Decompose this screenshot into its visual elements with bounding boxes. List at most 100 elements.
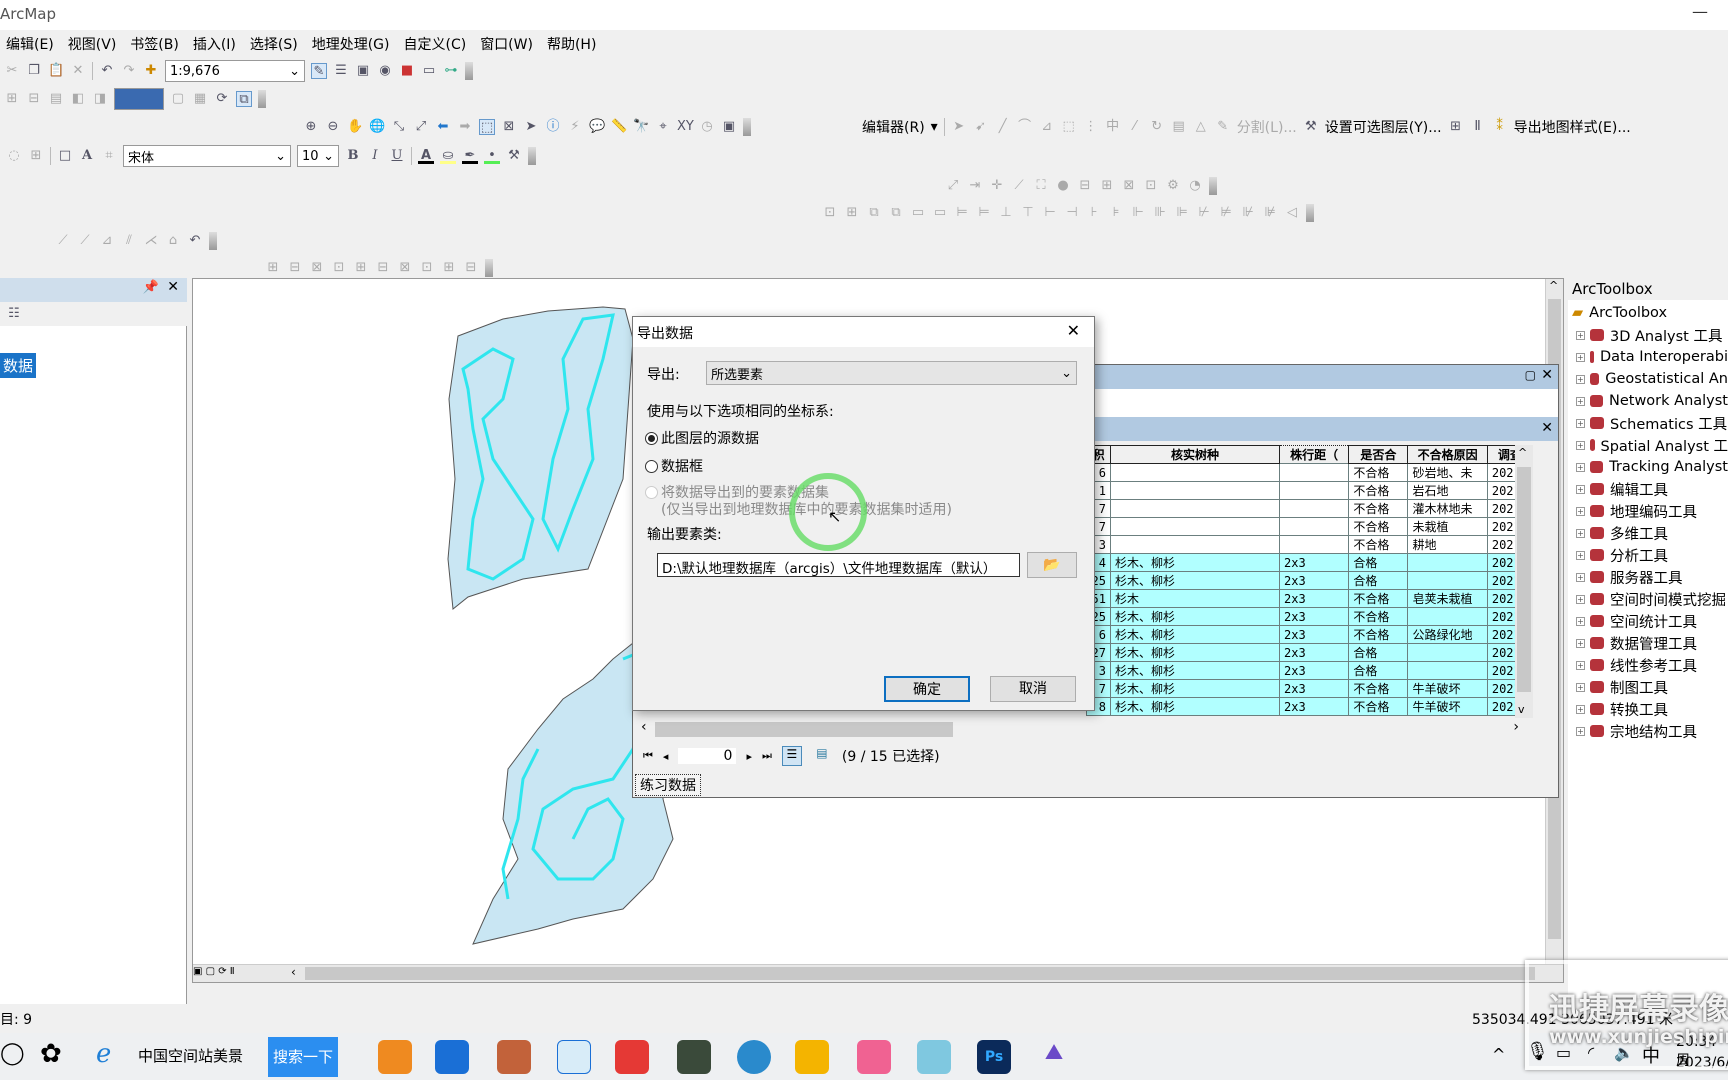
select-elements-icon[interactable]: ➤ bbox=[523, 119, 539, 135]
scroll-up-icon[interactable]: ^ bbox=[1549, 279, 1558, 292]
cell-spacing[interactable]: 2x3 bbox=[1279, 589, 1350, 608]
column-header[interactable]: 是否合 bbox=[1348, 445, 1409, 464]
tool-icon[interactable]: ⊠ bbox=[397, 260, 413, 276]
tool-icon[interactable]: ⊠ bbox=[309, 260, 325, 276]
cell-spacing[interactable] bbox=[1279, 481, 1350, 500]
table-row[interactable]: 7 不合格 未栽植 2021/ bbox=[1086, 517, 1533, 536]
column-header[interactable]: 株行距（ bbox=[1279, 445, 1350, 464]
delete-icon[interactable]: ✕ bbox=[70, 63, 86, 79]
font-color-icon[interactable]: A bbox=[418, 148, 434, 164]
cut-polygons-icon[interactable]: 中 bbox=[1105, 119, 1121, 135]
table-row[interactable]: 7 不合格 灌木林地未 2021/ bbox=[1086, 499, 1533, 518]
table-row[interactable]: 51 杉木 2x3 不合格 皂荚未栽植 2021/ bbox=[1086, 589, 1533, 608]
layout-zoom-combo[interactable] bbox=[114, 88, 164, 110]
expand-icon[interactable]: + bbox=[1576, 396, 1585, 406]
cell-spacing[interactable] bbox=[1279, 517, 1350, 536]
minimize-button[interactable]: — bbox=[1692, 2, 1708, 21]
fixed-zoom-in-icon[interactable]: ⤡ bbox=[391, 119, 407, 135]
toolbox-item[interactable]: + 空间统计工具 bbox=[1568, 610, 1728, 632]
back-icon[interactable]: ⬅ bbox=[435, 119, 451, 135]
new-text-icon[interactable]: A bbox=[79, 148, 95, 164]
expand-icon[interactable]: + bbox=[1576, 550, 1585, 560]
rotate-icon[interactable]: ↻ bbox=[1149, 119, 1165, 135]
expand-icon[interactable]: + bbox=[1576, 352, 1585, 362]
table-row[interactable]: 25 杉木、柳杉 2x3 不合格 2021/ bbox=[1086, 607, 1533, 626]
pin-icon[interactable]: 📌 bbox=[143, 280, 159, 295]
tool-icon[interactable]: ⧉ bbox=[866, 205, 882, 221]
expand-icon[interactable]: + bbox=[1576, 506, 1585, 516]
cell-reason[interactable]: 砂岩地、未 bbox=[1407, 463, 1488, 482]
expand-icon[interactable]: + bbox=[1576, 572, 1585, 582]
blender-icon[interactable] bbox=[378, 1040, 412, 1074]
tool-icon[interactable]: ⊤ bbox=[1020, 205, 1036, 221]
show-all-records-icon[interactable]: ☰ bbox=[781, 746, 802, 766]
table-row[interactable]: 3 杉木、柳杉 2x3 合格 2021/ bbox=[1086, 661, 1533, 680]
zoom-to-element-icon[interactable]: ⊞ bbox=[28, 148, 44, 164]
back-extent-icon[interactable]: ◧ bbox=[70, 91, 86, 107]
bold-button[interactable]: B bbox=[345, 148, 361, 164]
change-layout-icon[interactable]: ⟳ bbox=[214, 91, 230, 107]
cell-reason[interactable] bbox=[1407, 661, 1488, 680]
show-hidden-icons[interactable]: ^ bbox=[1492, 1045, 1505, 1064]
table-of-contents-icon[interactable]: ☰ bbox=[333, 63, 349, 79]
data-driven-pages-icon[interactable]: ⧉ bbox=[236, 91, 252, 107]
radio-button[interactable] bbox=[645, 460, 658, 473]
tool-icon[interactable]: ◁ bbox=[1284, 205, 1300, 221]
cancel-button[interactable]: 取消 bbox=[990, 676, 1076, 702]
viewer-window-icon[interactable]: ▣ bbox=[721, 119, 737, 135]
tool-icon[interactable]: ⫽ bbox=[121, 233, 137, 249]
menu-bookmarks[interactable]: 书签(B) bbox=[124, 30, 187, 54]
cell-species[interactable]: 杉木、柳杉 bbox=[1109, 553, 1281, 572]
menu-insert[interactable]: 插入(I) bbox=[187, 30, 244, 54]
cell-species[interactable] bbox=[1109, 517, 1281, 536]
tool-icon[interactable]: ⊬ bbox=[1196, 205, 1212, 221]
toolbox-item[interactable]: + 宗地结构工具 bbox=[1568, 720, 1728, 742]
arctoolbox-icon[interactable]: ■ bbox=[399, 63, 415, 79]
scroll-left-icon[interactable]: ‹ bbox=[641, 719, 647, 735]
cell-species[interactable]: 杉木、柳杉 bbox=[1109, 679, 1281, 698]
rectangle-icon[interactable]: □ bbox=[57, 148, 73, 164]
cell-reason[interactable]: 耕地 bbox=[1407, 535, 1488, 554]
app-icon-dark[interactable] bbox=[677, 1040, 711, 1074]
last-record-icon[interactable]: ⏭ bbox=[762, 749, 772, 763]
attributes-icon[interactable]: ▤ bbox=[1171, 119, 1187, 135]
close-icon[interactable]: ✕ bbox=[1541, 367, 1553, 383]
font-size-combo[interactable]: 10 ⌄ bbox=[297, 145, 339, 167]
cell-spacing[interactable]: 2x3 bbox=[1279, 625, 1350, 644]
cell-spacing[interactable] bbox=[1279, 499, 1350, 518]
toggle-draft-icon[interactable]: ▢ bbox=[170, 91, 186, 107]
cell-qualified[interactable]: 不合格 bbox=[1348, 625, 1409, 644]
tool-icon[interactable]: ⊪ bbox=[1152, 205, 1168, 221]
toolbox-item[interactable]: + Geostatistical An bbox=[1568, 368, 1728, 390]
scroll-left-icon[interactable]: ‹ bbox=[291, 965, 296, 979]
cell-reason[interactable]: 未栽植 bbox=[1407, 517, 1488, 536]
cell-species[interactable]: 杉木、柳杉 bbox=[1109, 625, 1281, 644]
layout-view-buttons[interactable]: ▣ ▢ ⟳ Ⅱ bbox=[193, 966, 235, 977]
toolbox-item[interactable]: + 转换工具 bbox=[1568, 698, 1728, 720]
tool-icon[interactable]: ▭ bbox=[910, 205, 926, 221]
next-record-icon[interactable]: ▸ bbox=[746, 750, 752, 763]
add-data-icon[interactable]: ✚ bbox=[143, 63, 159, 79]
cell-reason[interactable]: 牛羊破坏 bbox=[1407, 697, 1488, 716]
tool-icon[interactable]: ● bbox=[1055, 178, 1071, 194]
cell-species[interactable]: 杉木、柳杉 bbox=[1109, 571, 1281, 590]
cell-qualified[interactable]: 不合格 bbox=[1348, 679, 1409, 698]
zoom-in-icon[interactable]: ⊕ bbox=[303, 119, 319, 135]
sketch-properties-icon[interactable]: △ bbox=[1193, 119, 1209, 135]
table-row[interactable]: 6 不合格 砂岩地、未 2021/ bbox=[1086, 463, 1533, 482]
tool-icon[interactable]: ⟋ bbox=[77, 233, 93, 249]
tool-icon[interactable]: ⤢ bbox=[945, 178, 961, 194]
tool-icon[interactable]: ⊫ bbox=[1174, 205, 1190, 221]
editor-menu[interactable]: 编辑器(R) bbox=[862, 117, 925, 137]
search-window-icon[interactable]: ◉ bbox=[377, 63, 393, 79]
tool-icon[interactable]: ⊡ bbox=[331, 260, 347, 276]
column-header[interactable]: 不合格原因 bbox=[1407, 445, 1488, 464]
toolbox-item[interactable]: + 地理编码工具 bbox=[1568, 500, 1728, 522]
cell-spacing[interactable]: 2x3 bbox=[1279, 553, 1350, 572]
italic-button[interactable]: I bbox=[367, 148, 383, 164]
close-icon[interactable]: ✕ bbox=[1541, 420, 1553, 436]
app-icon-box[interactable] bbox=[497, 1040, 531, 1074]
zoom-in-page-icon[interactable]: ⊞ bbox=[4, 91, 20, 107]
arc-segment-icon[interactable]: ⌒ bbox=[1017, 119, 1033, 135]
photoshop-icon[interactable]: Ps bbox=[977, 1040, 1011, 1074]
